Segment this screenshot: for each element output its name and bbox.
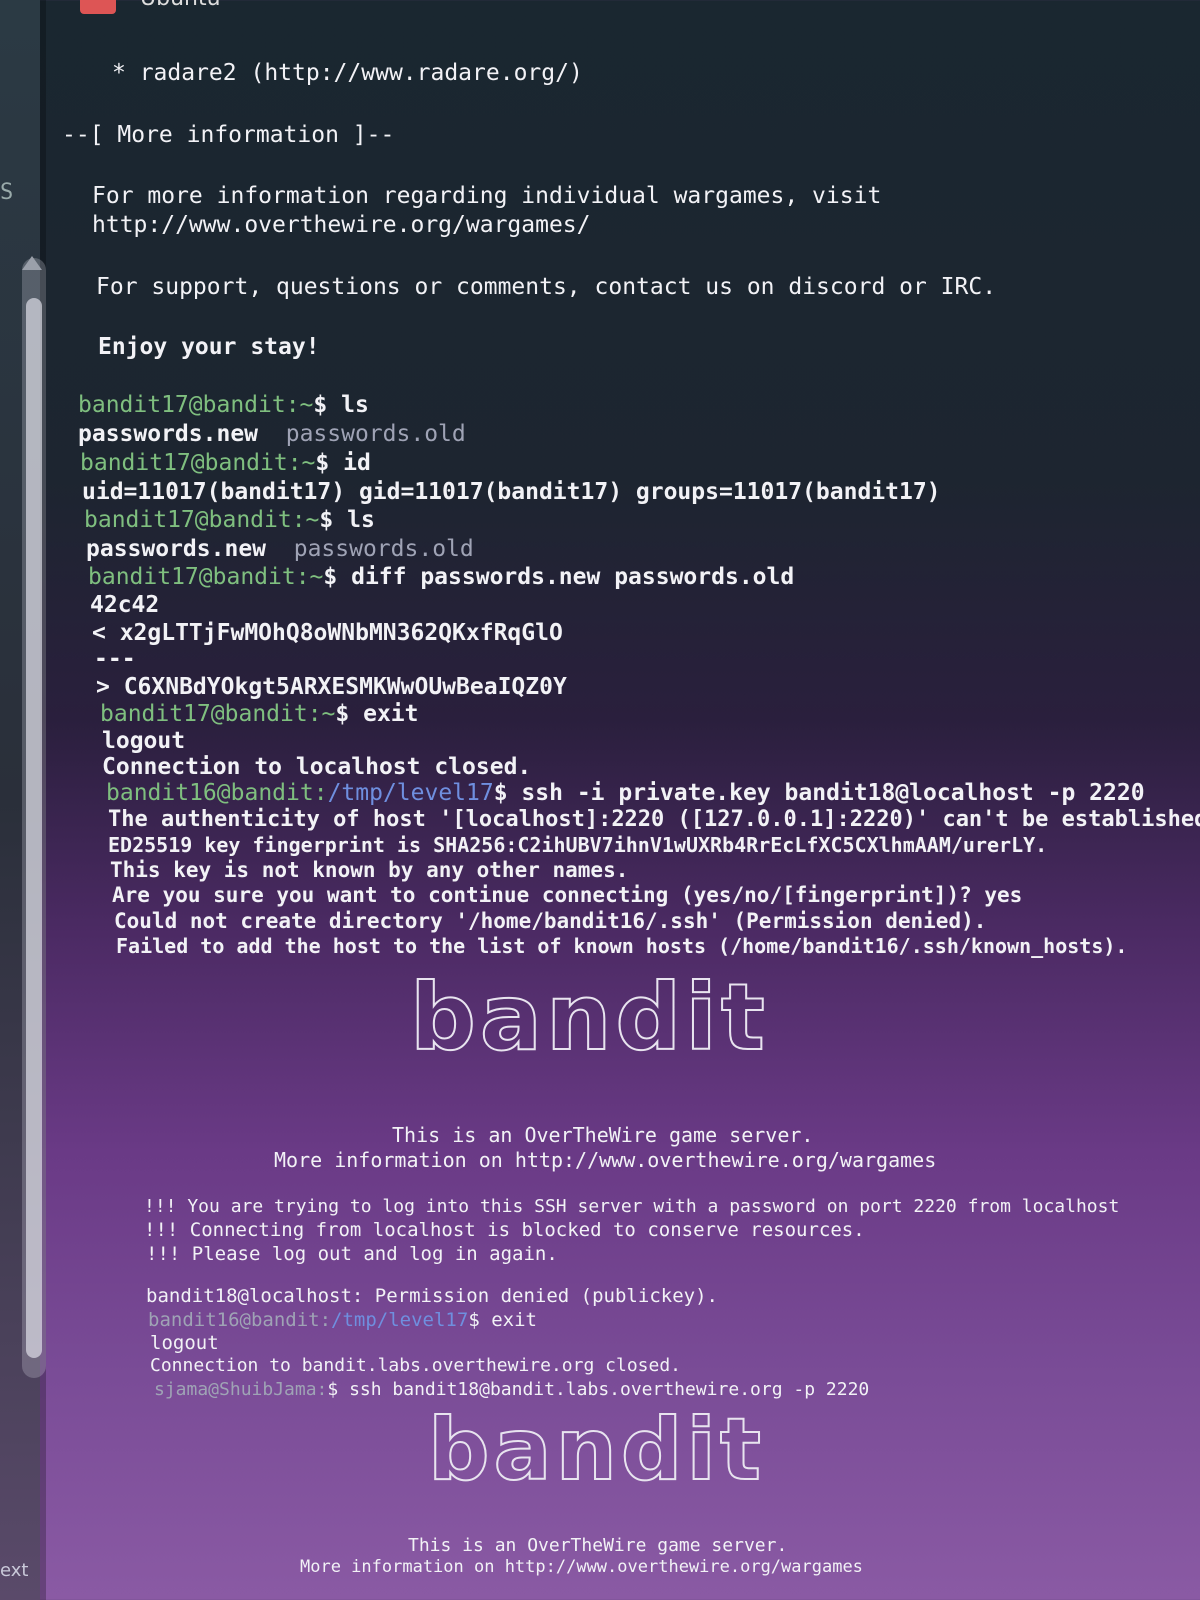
shell-command: $ id <box>315 450 371 476</box>
file-name: passwords.new <box>78 421 259 447</box>
terminal-line: This is an OverTheWire game server. <box>392 1123 814 1147</box>
terminal-line: uid=11017(bandit17) gid=11017(bandit17) … <box>82 479 941 505</box>
shell-command: $ exit <box>335 701 419 727</box>
file-name: passwords.old <box>285 421 466 447</box>
terminal-line: Connection to localhost closed. <box>102 754 532 780</box>
terminal-line: < x2gLTTjFwMOhQ8oWNbMN362QKxfRqGlO <box>92 620 563 646</box>
terminal-line: More information on http://www.overthewi… <box>274 1148 937 1172</box>
terminal-line: > C6XNBdYOkgt5ARXESMKWwOUwBeaIQZ0Y <box>96 674 567 700</box>
terminal-line: This key is not known by any other names… <box>110 858 629 882</box>
terminal-line: More information on http://www.overthewi… <box>300 1557 863 1577</box>
terminal-line: http://www.overthewire.org/wargames/ <box>92 212 591 238</box>
terminal-line: 42c42 <box>90 592 160 618</box>
terminal-line: ED25519 key fingerprint is SHA256:C2ihUB… <box>108 833 1048 857</box>
terminal-line: For more information regarding individua… <box>92 183 882 209</box>
terminal-line: Enjoy your stay! <box>98 334 320 360</box>
terminal-line: --- <box>94 646 136 672</box>
shell-cwd: /tmp/level17 <box>331 1309 469 1331</box>
shell-prompt: bandit17@bandit:~ <box>84 507 320 533</box>
shell-command: $ ls <box>319 507 375 533</box>
terminal-line: !!! Connecting from localhost is blocked… <box>144 1219 865 1241</box>
terminal-line: The authenticity of host '[localhost]:22… <box>108 807 1200 832</box>
file-name: passwords.new <box>86 536 267 562</box>
shell-command: $ diff passwords.new passwords.old <box>323 564 795 590</box>
terminal-line: --[ More information ]-- <box>62 122 395 148</box>
shell-prompt: bandit16@bandit: <box>148 1309 332 1331</box>
shell-prompt: bandit16@bandit: <box>106 780 328 806</box>
terminal-line: Failed to add the host to the list of kn… <box>116 934 1128 958</box>
terminal-line: !!! You are trying to log into this SSH … <box>144 1196 1120 1217</box>
shell-cwd: /tmp/level17 <box>327 780 494 806</box>
terminal-line: * radare2 (http://www.radare.org/) <box>112 60 583 86</box>
terminal-line: Are you sure you want to continue connec… <box>112 883 1023 907</box>
bandit-ascii-banner: bandit <box>427 1399 765 1501</box>
shell-command: $ ssh -i private.key bandit18@localhost … <box>493 780 1145 806</box>
shell-prompt: bandit17@bandit:~ <box>80 450 316 476</box>
terminal-line: For support, questions or comments, cont… <box>96 274 997 300</box>
terminal-line: bandit18@localhost: Permission denied (p… <box>146 1285 718 1307</box>
shell-command: $ ssh bandit18@bandit.labs.overthewire.o… <box>327 1379 870 1400</box>
terminal-line: !!! Please log out and log in again. <box>146 1243 558 1265</box>
terminal-output[interactable]: * radare2 (http://www.radare.org/) --[ M… <box>0 0 1200 1600</box>
file-name: passwords.old <box>293 536 474 562</box>
shell-prompt: sjama@ShuibJama: <box>154 1379 328 1400</box>
shell-prompt: bandit17@bandit:~ <box>100 701 336 727</box>
shell-prompt: bandit17@bandit:~ <box>78 392 314 418</box>
shell-prompt: bandit17@bandit:~ <box>88 564 324 590</box>
shell-command: $ ls <box>313 392 369 418</box>
shell-command: $ exit <box>468 1309 537 1331</box>
terminal-line: Connection to bandit.labs.overthewire.or… <box>150 1355 682 1376</box>
terminal-line: Could not create directory '/home/bandit… <box>114 909 987 933</box>
bandit-ascii-banner: bandit <box>409 963 769 1072</box>
terminal-line: logout <box>102 728 186 754</box>
